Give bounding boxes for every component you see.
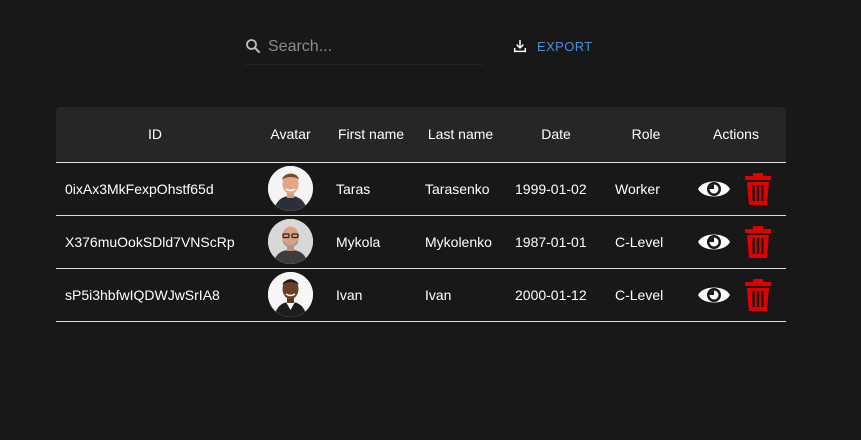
cell-role: C-Level	[615, 234, 664, 250]
cell-id: X376muOokSDld7VNScRp	[65, 234, 235, 250]
cell-first-name: Mykola	[336, 234, 381, 250]
users-table: ID Avatar First name Last name Date Role…	[56, 107, 786, 322]
cell-id: sP5i3hbfwIQDWJwSrIA8	[65, 287, 220, 303]
search-input[interactable]	[266, 32, 480, 62]
eye-icon[interactable]	[697, 175, 731, 203]
cell-last-name: Tarasenko	[425, 181, 490, 197]
cell-date: 2000-01-12	[515, 287, 587, 303]
avatar	[268, 219, 313, 264]
column-header-id[interactable]: ID	[56, 107, 254, 162]
trash-icon[interactable]	[744, 173, 772, 205]
search-box[interactable]	[244, 32, 484, 65]
column-header-last-name[interactable]: Last name	[415, 107, 506, 162]
column-header-role[interactable]: Role	[606, 107, 686, 162]
column-header-avatar[interactable]: Avatar	[254, 107, 327, 162]
trash-icon[interactable]	[744, 226, 772, 258]
table-row: X376muOokSDld7VNScRp Mykola Mykolenko 19…	[56, 216, 786, 269]
avatar	[268, 166, 313, 211]
cell-first-name: Taras	[336, 181, 371, 197]
cell-id: 0ixAx3MkFexpOhstf65d	[65, 181, 214, 197]
cell-last-name: Ivan	[425, 287, 452, 303]
cell-role: Worker	[615, 181, 660, 197]
export-label: EXPORT	[537, 38, 593, 54]
table-header: ID Avatar First name Last name Date Role…	[56, 107, 786, 163]
column-header-date[interactable]: Date	[506, 107, 606, 162]
search-icon	[246, 39, 260, 53]
table-row: 0ixAx3MkFexpOhstf65d Taras Tarasenko 199…	[56, 163, 786, 216]
column-header-first-name[interactable]: First name	[327, 107, 415, 162]
eye-icon[interactable]	[697, 228, 731, 256]
table-row: sP5i3hbfwIQDWJwSrIA8 Ivan Ivan 2000-01-1…	[56, 269, 786, 322]
cell-role: C-Level	[615, 287, 664, 303]
avatar	[268, 272, 313, 317]
eye-icon[interactable]	[697, 281, 731, 309]
cell-last-name: Mykolenko	[425, 234, 492, 250]
trash-icon[interactable]	[744, 279, 772, 311]
toolbar: EXPORT	[244, 32, 644, 65]
cell-first-name: Ivan	[336, 287, 363, 303]
cell-date: 1999-01-02	[515, 181, 587, 197]
download-icon	[513, 40, 527, 53]
export-button[interactable]: EXPORT	[512, 38, 593, 54]
cell-date: 1987-01-01	[515, 234, 587, 250]
column-header-actions: Actions	[713, 126, 759, 142]
